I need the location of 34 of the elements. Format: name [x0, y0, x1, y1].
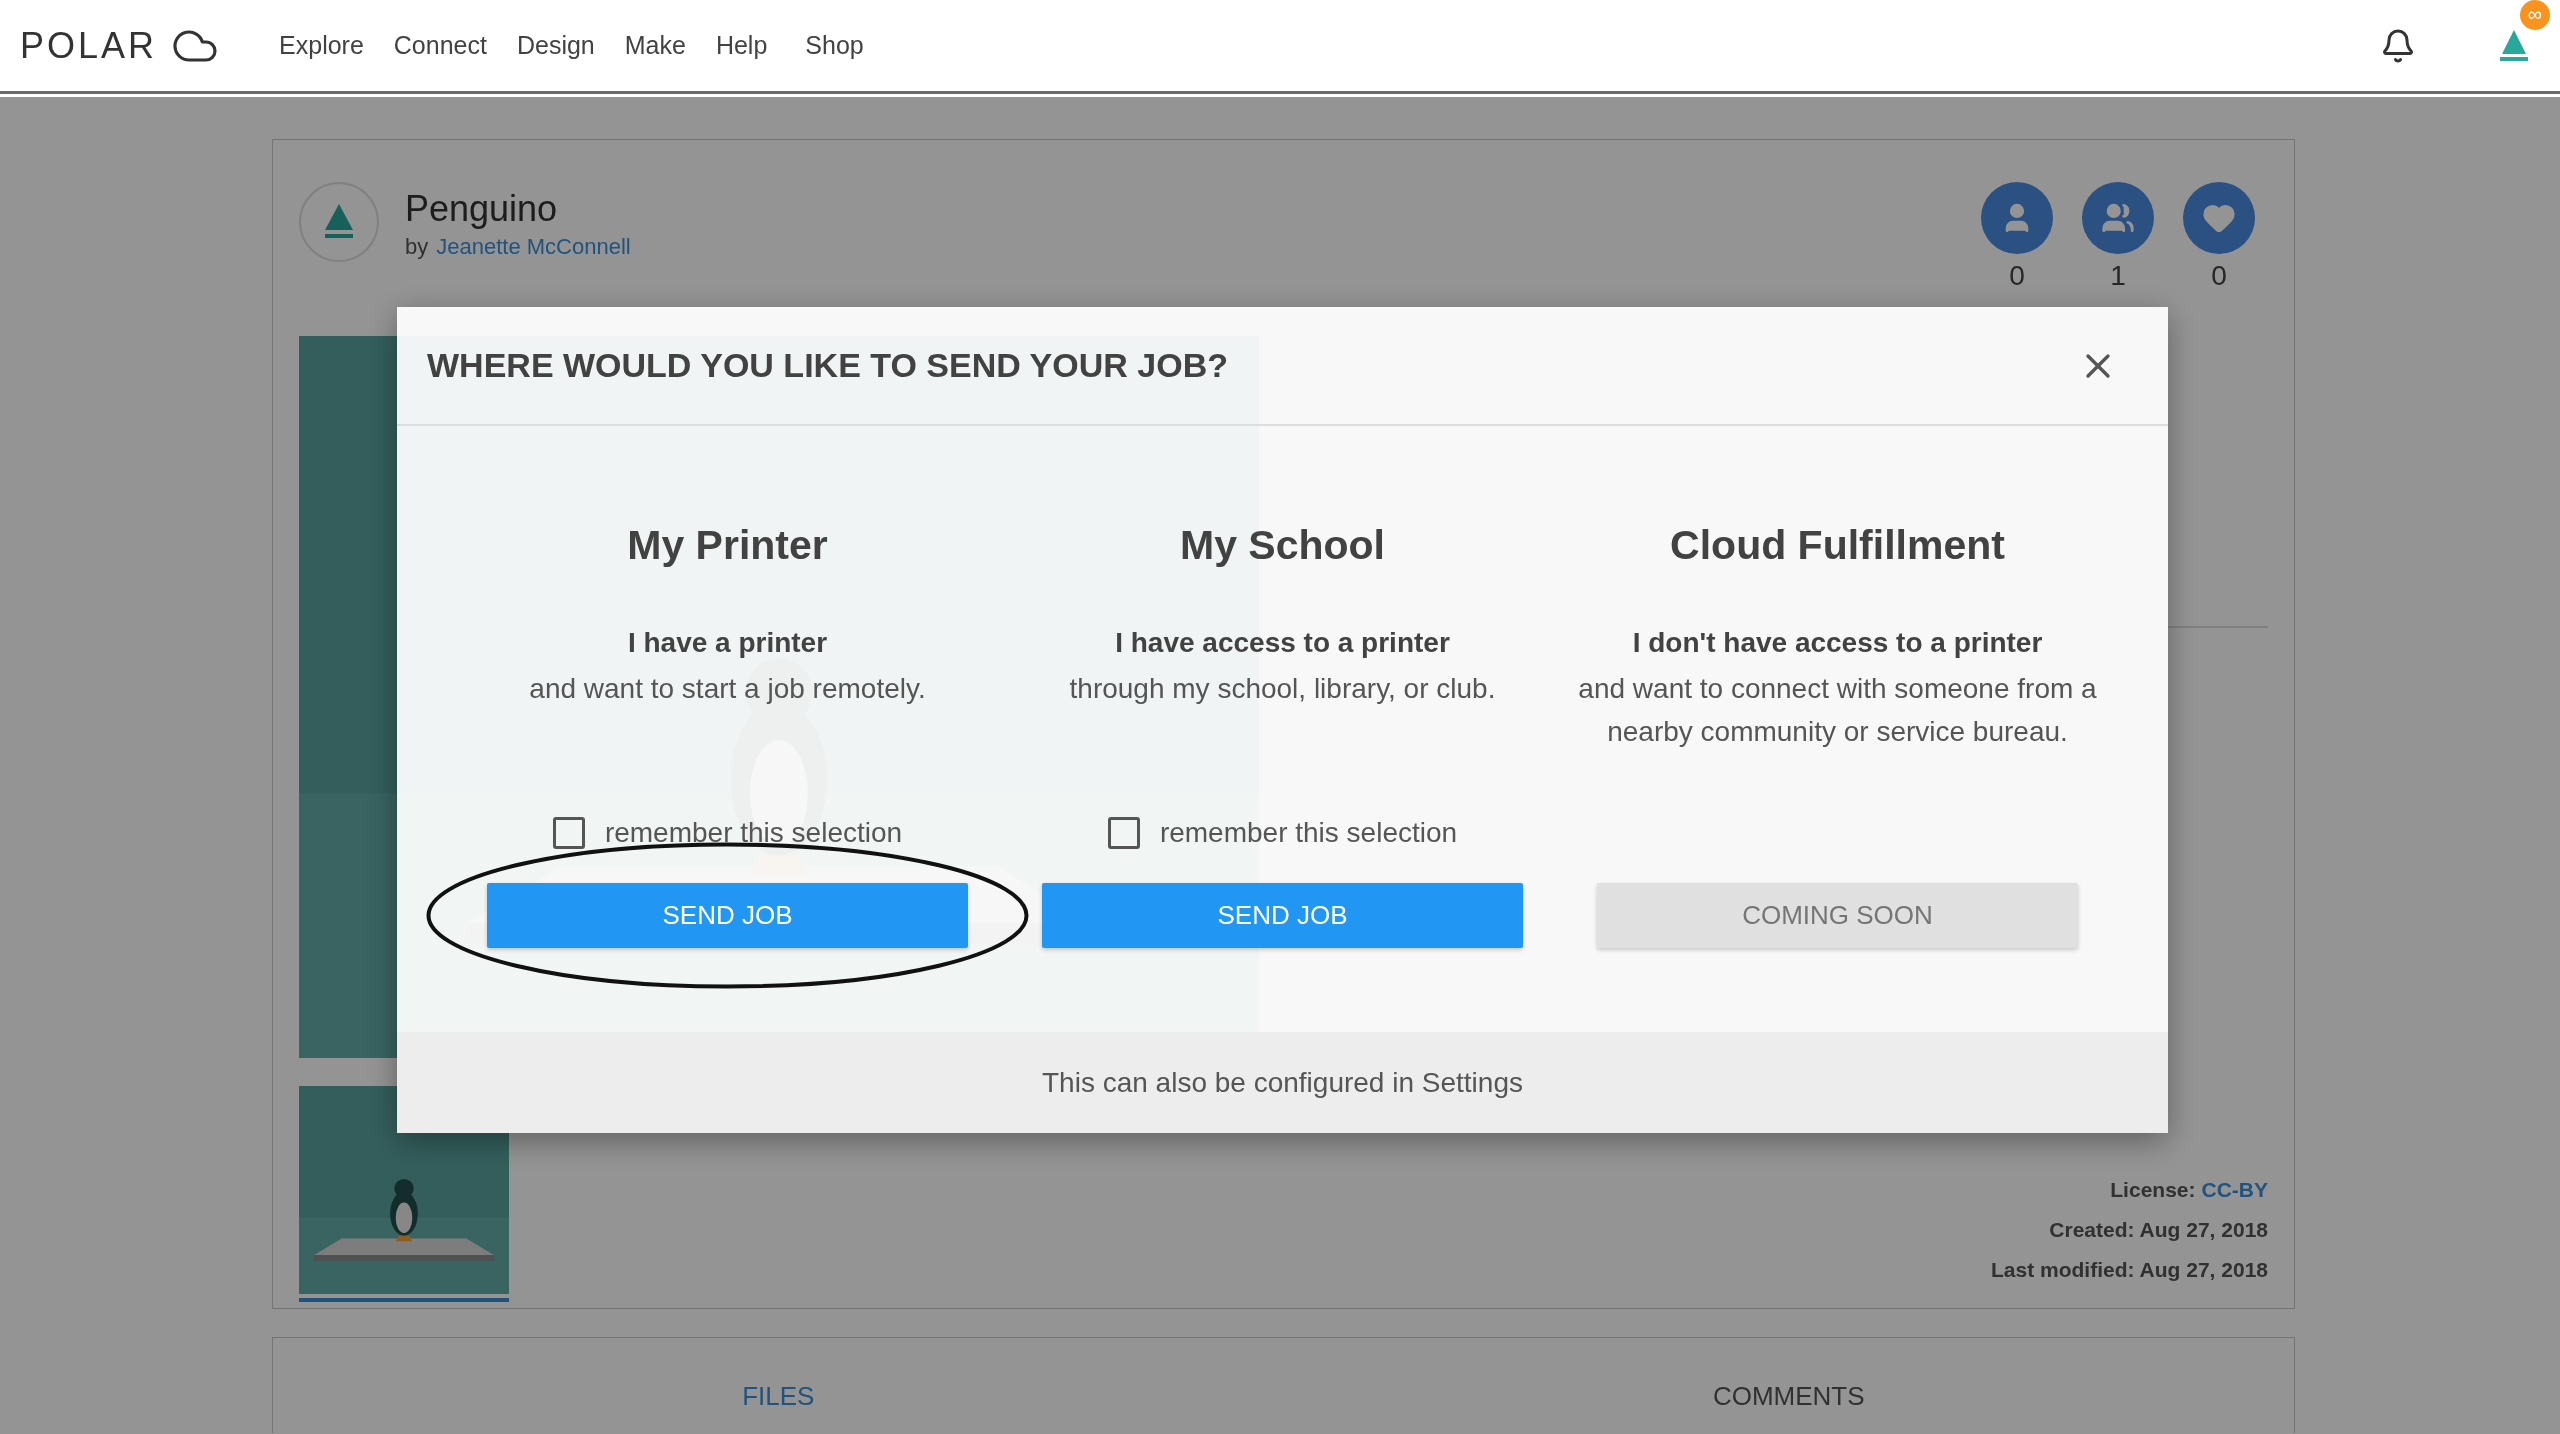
group-icon — [2101, 201, 2135, 235]
nav-link[interactable]: Make — [624, 31, 686, 60]
option-heading: My School — [1180, 522, 1385, 569]
checkbox[interactable] — [552, 817, 585, 849]
option-heading: My Printer — [627, 522, 828, 569]
avatar-badge: ∞ — [2520, 0, 2550, 30]
nav-link[interactable]: Help — [715, 31, 768, 60]
checkbox[interactable] — [1107, 817, 1140, 849]
project-title: Penguino — [405, 188, 559, 230]
nav-link[interactable]: Explore — [279, 31, 364, 60]
option-description: and want to start a job remotely. — [528, 672, 927, 706]
option-description: through my school, library, or club. — [1068, 672, 1497, 706]
meta-label: License: — [2110, 1178, 2196, 1202]
stat-count: 1 — [2110, 260, 2126, 292]
dialog-title: WHERE WOULD YOU LIKE TO SEND YOUR JOB? — [427, 346, 1228, 385]
option-description: and want to connect with someone from a nearby community or service bureau. — [1577, 672, 2098, 749]
checkbox-label: remember this selection — [604, 817, 903, 849]
nav-link[interactable]: Connect — [393, 31, 487, 60]
nav-link[interactable]: Shop — [805, 31, 864, 60]
option-heading: Cloud Fulfillment — [1670, 522, 2005, 569]
stat-count: 0 — [2211, 260, 2227, 292]
logo-text[interactable]: POLAR — [20, 24, 158, 67]
stat-count: 0 — [2009, 260, 2025, 292]
checkbox-label: remember this selection — [1159, 817, 1458, 849]
meta-text: Last modified: Aug 27, 2018 — [1991, 1258, 2268, 1282]
option-lead: I have a printer — [627, 627, 828, 659]
option-lead: I don't have access to a printer — [1632, 627, 2043, 659]
notification-bell-icon[interactable] — [2380, 27, 2416, 64]
tab[interactable]: COMMENTS — [1706, 1380, 1871, 1413]
dialog-footer-text: This can also be configured in Settings — [1042, 1066, 1523, 1099]
byline-label: by — [405, 234, 429, 260]
nav-link[interactable]: Design — [516, 31, 595, 60]
option-lead: I have access to a printer — [1115, 627, 1450, 659]
meta-text: Created: Aug 27, 2018 — [2049, 1218, 2268, 1242]
